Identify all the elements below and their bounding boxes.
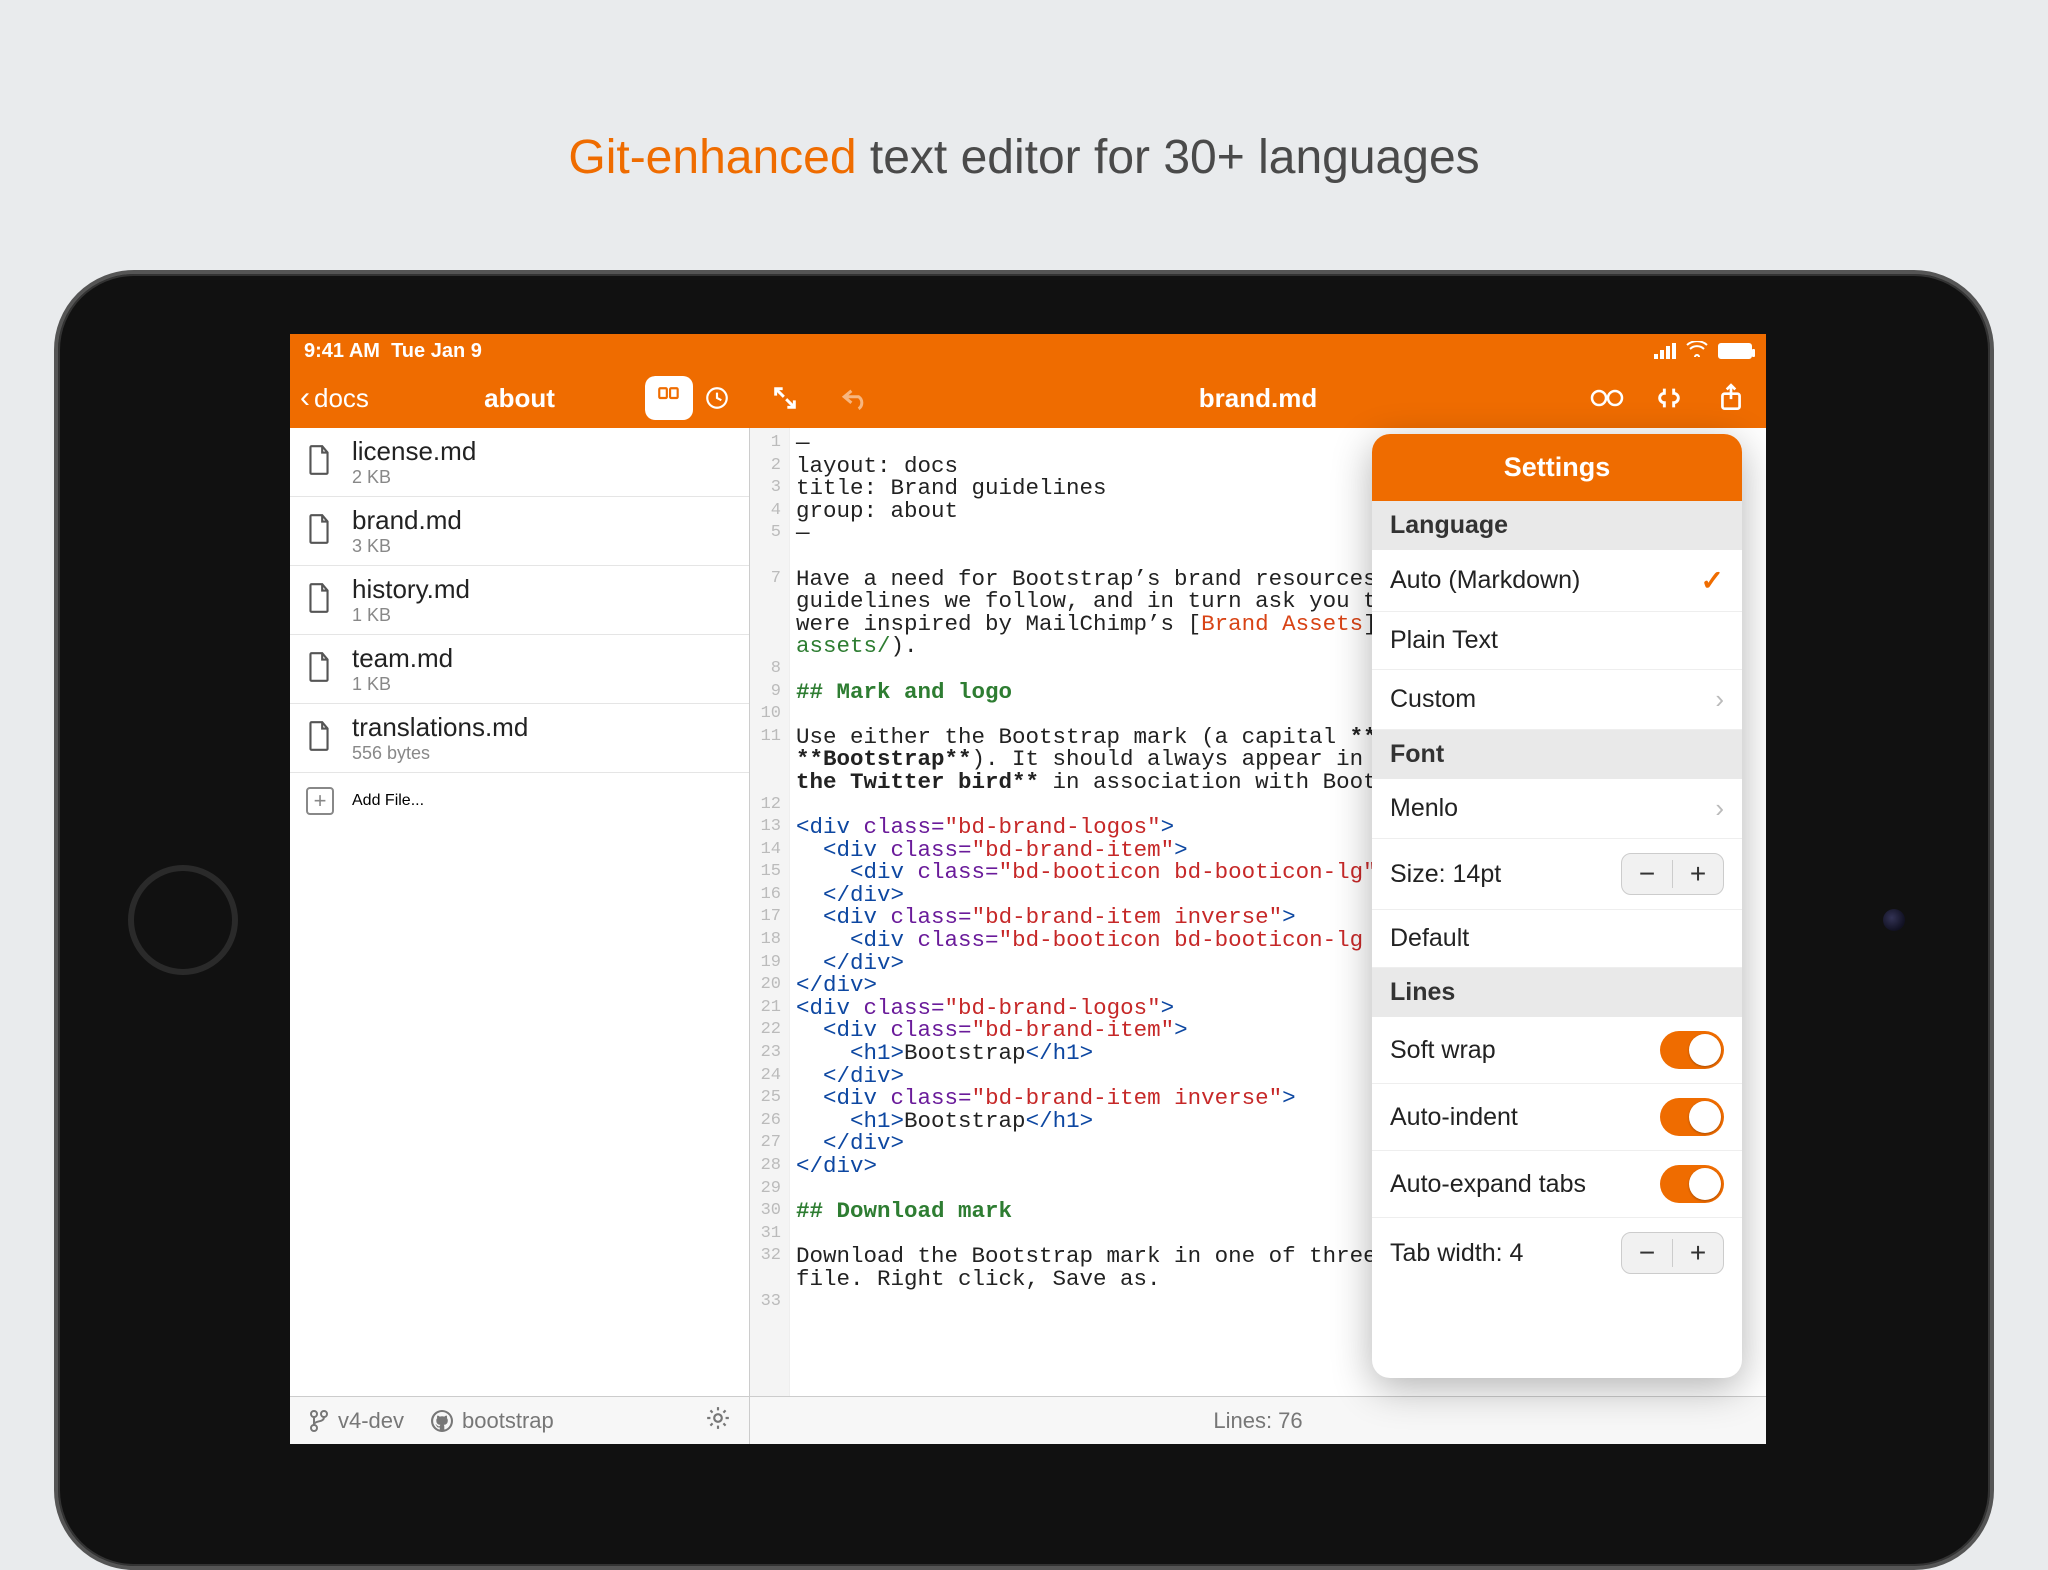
preview-icon[interactable]	[1590, 381, 1624, 415]
file-name: team.md	[352, 643, 453, 674]
files-view-button[interactable]	[645, 376, 693, 420]
language-plain-row[interactable]: Plain Text	[1372, 612, 1742, 670]
headline-highlight: Git-enhanced	[568, 131, 856, 184]
chevron-right-icon: ›	[1715, 793, 1724, 824]
section-language: Language	[1372, 501, 1742, 550]
file-size: 3 KB	[352, 536, 462, 557]
history-view-button[interactable]	[693, 376, 741, 420]
stepper-plus[interactable]: +	[1673, 854, 1723, 894]
file-name: license.md	[352, 436, 476, 467]
auto-indent-toggle[interactable]	[1660, 1098, 1724, 1136]
screen: 9:41 AM Tue Jan 9 ‹ docs about	[290, 334, 1766, 1444]
auto-expand-row: Auto-expand tabs	[1372, 1151, 1742, 1218]
checkmark-icon: ✓	[1701, 564, 1724, 597]
branch-label: v4-dev	[338, 1408, 404, 1434]
tab-width-stepper: − +	[1621, 1232, 1724, 1274]
section-lines: Lines	[1372, 968, 1742, 1017]
file-name: history.md	[352, 574, 470, 605]
status-date: Tue Jan 9	[391, 340, 482, 362]
lines-count: Lines: 76	[1213, 1408, 1302, 1434]
file-icon	[306, 720, 334, 757]
stepper-minus[interactable]: −	[1622, 854, 1672, 894]
file-row[interactable]: history.md 1 KB	[290, 566, 749, 635]
plus-icon: +	[306, 787, 334, 815]
line-gutter: 1234578910111213141516171819202122232425…	[750, 428, 790, 1396]
file-row[interactable]: translations.md 556 bytes	[290, 704, 749, 773]
auto-indent-row: Auto-indent	[1372, 1084, 1742, 1151]
file-icon	[306, 513, 334, 550]
file-row[interactable]: team.md 1 KB	[290, 635, 749, 704]
file-size: 1 KB	[352, 605, 470, 626]
file-icon	[306, 444, 334, 481]
repo-button[interactable]: bootstrap	[430, 1408, 554, 1434]
marketing-headline: Git-enhanced text editor for 30+ languag…	[0, 130, 2048, 185]
share-icon[interactable]	[1714, 381, 1748, 415]
branch-icon	[308, 1409, 330, 1433]
file-sidebar: license.md 2 KB brand.md 3 KB history.md…	[290, 428, 750, 1396]
battery-icon	[1718, 343, 1752, 359]
repo-label: bootstrap	[462, 1408, 554, 1434]
font-size-stepper: − +	[1621, 853, 1724, 895]
auto-expand-toggle[interactable]	[1660, 1165, 1724, 1203]
add-file-label: Add File...	[352, 792, 424, 810]
settings-title: Settings	[1372, 434, 1742, 501]
fullscreen-icon[interactable]	[768, 381, 802, 415]
github-icon	[430, 1409, 454, 1433]
back-button[interactable]: docs	[314, 383, 369, 414]
wifi-icon	[1686, 341, 1708, 362]
font-default-row[interactable]: Default	[1372, 910, 1742, 968]
file-name: brand.md	[352, 505, 462, 536]
file-icon	[306, 582, 334, 619]
file-row[interactable]: brand.md 3 KB	[290, 497, 749, 566]
section-font: Font	[1372, 730, 1742, 779]
file-name: translations.md	[352, 712, 528, 743]
file-icon	[306, 651, 334, 688]
settings-popover: Settings Language Auto (Markdown) ✓ Plai…	[1372, 434, 1742, 1378]
font-size-row: Size: 14pt − +	[1372, 839, 1742, 910]
editor-title: brand.md	[1199, 383, 1317, 414]
file-size: 556 bytes	[352, 743, 528, 764]
language-custom-row[interactable]: Custom ›	[1372, 670, 1742, 730]
sidebar-title: about	[484, 383, 555, 414]
branch-button[interactable]: v4-dev	[308, 1408, 404, 1434]
language-auto-row[interactable]: Auto (Markdown) ✓	[1372, 550, 1742, 612]
soft-wrap-row: Soft wrap	[1372, 1017, 1742, 1084]
status-time: 9:41 AM	[304, 340, 380, 362]
stepper-plus[interactable]: +	[1673, 1233, 1723, 1273]
chevron-right-icon: ›	[1715, 684, 1724, 715]
soft-wrap-toggle[interactable]	[1660, 1031, 1724, 1069]
status-bar: 9:41 AM Tue Jan 9	[290, 334, 1766, 368]
tab-width-row: Tab width: 4 − +	[1372, 1218, 1742, 1288]
camera-dot	[1883, 909, 1905, 931]
back-chevron-icon[interactable]: ‹	[300, 381, 310, 415]
font-name-row[interactable]: Menlo ›	[1372, 779, 1742, 839]
toolbar: ‹ docs about	[290, 368, 1766, 428]
signal-icon	[1654, 343, 1676, 359]
gear-icon[interactable]	[705, 1405, 731, 1437]
file-size: 2 KB	[352, 467, 476, 488]
file-row[interactable]: license.md 2 KB	[290, 428, 749, 497]
ipad-frame: 9:41 AM Tue Jan 9 ‹ docs about	[54, 270, 1994, 1570]
home-button[interactable]	[128, 865, 238, 975]
stepper-minus[interactable]: −	[1622, 1233, 1672, 1273]
view-mode-segment	[645, 376, 741, 420]
file-size: 1 KB	[352, 674, 453, 695]
undo-icon[interactable]	[838, 381, 872, 415]
add-file-button[interactable]: + Add File...	[290, 773, 749, 829]
bottom-bar: v4-dev bootstrap Lines: 76	[290, 1396, 1766, 1444]
headline-rest: text editor for 30+ languages	[857, 131, 1480, 184]
settings-icon[interactable]	[1652, 381, 1686, 415]
